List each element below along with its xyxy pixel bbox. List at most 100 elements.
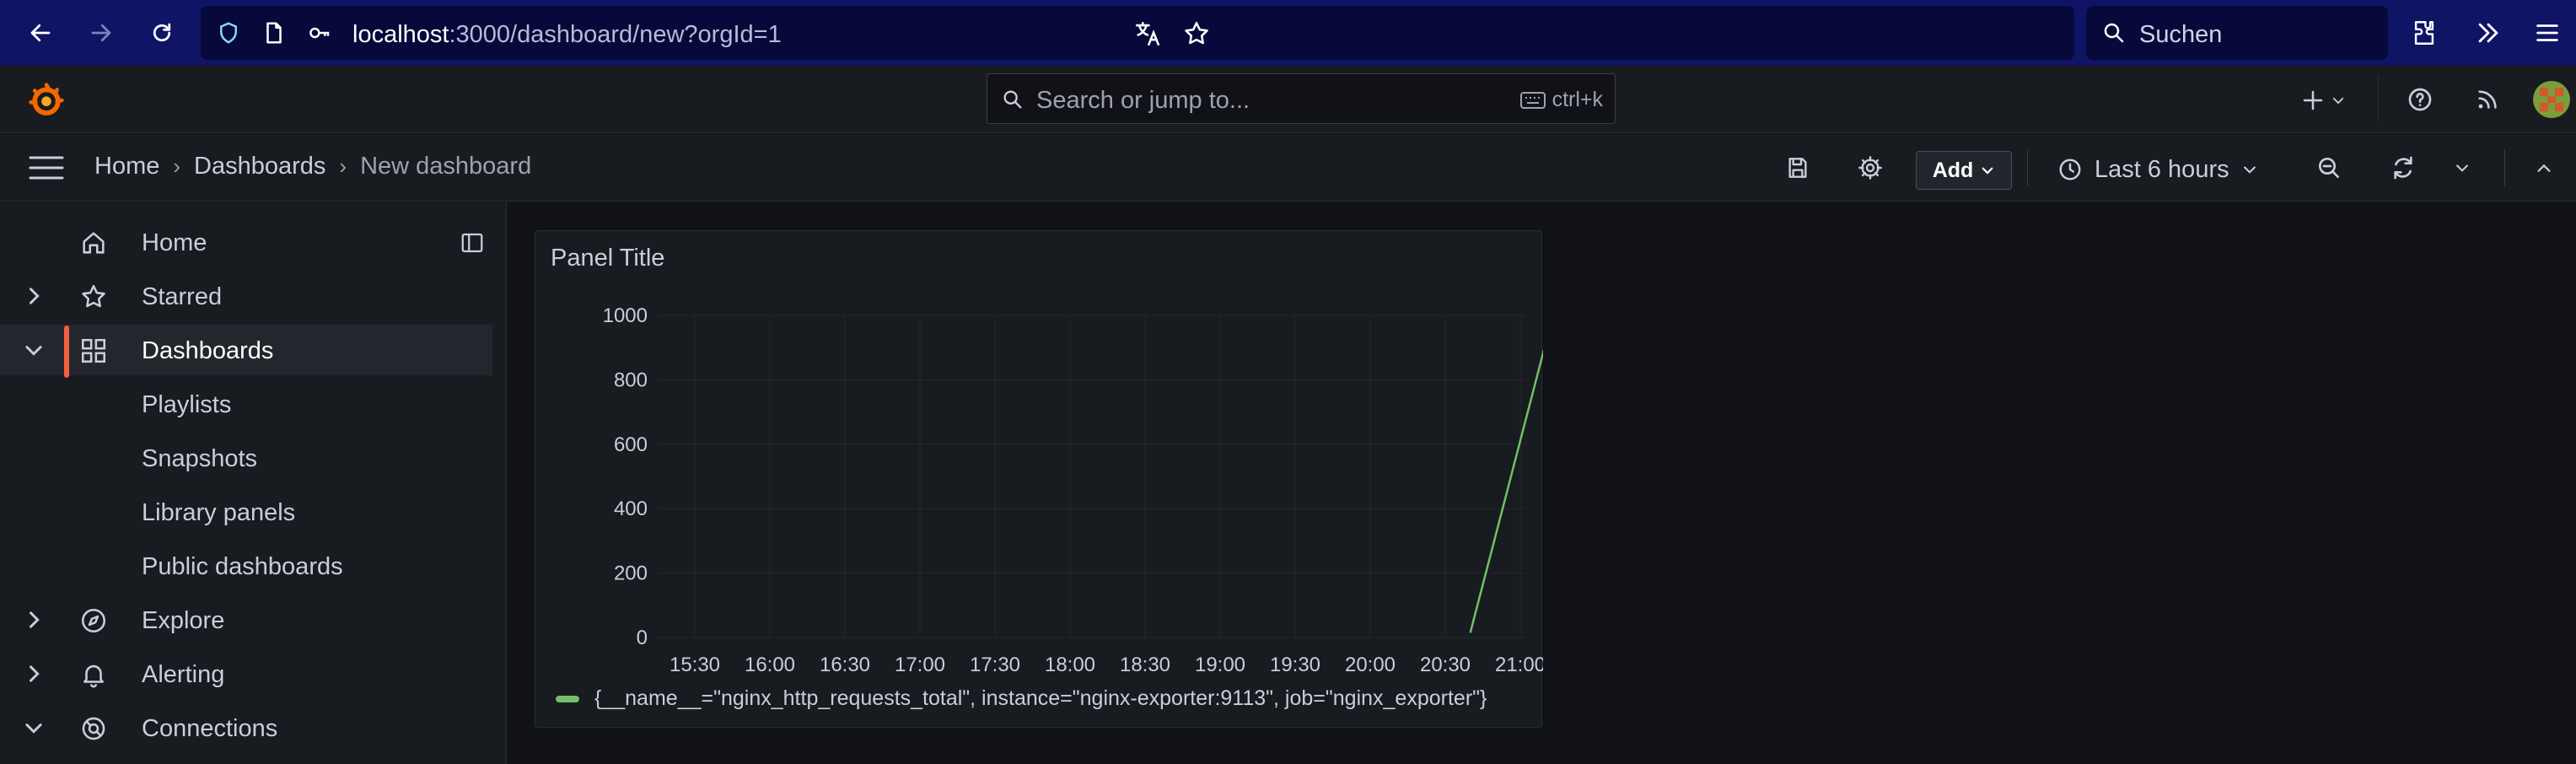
- key-icon[interactable]: [307, 20, 332, 46]
- refresh-icon[interactable]: [2390, 154, 2417, 181]
- x-tick-label: 16:00: [745, 654, 795, 676]
- sidebar-item-connections[interactable]: Connections: [0, 702, 492, 753]
- url-host: localhost: [352, 21, 449, 48]
- breadcrumb-separator: ›: [339, 153, 347, 179]
- new-menu-button[interactable]: [2300, 83, 2354, 116]
- time-range-picker[interactable]: Last 6 hours: [2057, 151, 2258, 188]
- add-button[interactable]: Add: [1916, 151, 2012, 190]
- breadcrumb-dashboards[interactable]: Dashboards: [194, 153, 325, 180]
- x-tick-label: 21:00: [1495, 654, 1543, 676]
- x-tick-label: 18:30: [1120, 654, 1170, 676]
- shield-icon[interactable]: [216, 20, 241, 46]
- y-tick-label: 200: [614, 562, 648, 585]
- back-button[interactable]: [20, 13, 61, 53]
- x-tick-label: 17:30: [970, 654, 1020, 676]
- star-icon: [82, 284, 105, 308]
- breadcrumb-separator: ›: [173, 153, 181, 179]
- sidebar-item-alerting[interactable]: Alerting: [0, 648, 492, 699]
- search-jump-input[interactable]: Search or jump to... ctrl+k: [987, 73, 1616, 124]
- overflow-chevrons-icon[interactable]: [2474, 19, 2503, 47]
- forward-button[interactable]: [81, 13, 121, 53]
- zoom-out-icon[interactable]: [2315, 154, 2342, 181]
- sidebar-item-library-panels[interactable]: Library panels: [0, 487, 492, 537]
- breadcrumb-home[interactable]: Home: [94, 153, 159, 180]
- bell-icon: [83, 664, 104, 688]
- sidebar-item-snapshots[interactable]: Snapshots: [0, 433, 492, 483]
- sidebar-item-label: Public dashboards: [142, 553, 343, 580]
- shortcut-label: ctrl+k: [1552, 88, 1603, 111]
- chevron-down-icon: [2243, 166, 2256, 174]
- browser-toolbar: localhost:3000/dashboard/new?orgId=1 Suc…: [0, 0, 2576, 66]
- add-button-label: Add: [1932, 158, 1974, 182]
- y-tick-label: 0: [637, 627, 648, 649]
- grafana-topbar: Search or jump to... ctrl+k: [0, 66, 2576, 133]
- breadcrumb-current: New dashboard: [360, 153, 532, 180]
- breadcrumb-bar: Home › Dashboards › New dashboard Add La…: [0, 134, 2576, 202]
- x-tick-label: 18:00: [1045, 654, 1095, 676]
- browser-search-box[interactable]: Suchen: [2086, 6, 2388, 60]
- x-tick-label: 20:00: [1345, 654, 1396, 676]
- menu-toggle-icon[interactable]: [29, 154, 64, 181]
- x-tick-label: 19:00: [1195, 654, 1245, 676]
- toolbar-divider: [2504, 149, 2505, 186]
- page-icon[interactable]: [261, 20, 287, 46]
- hamburger-menu-icon[interactable]: [2533, 19, 2562, 47]
- chevron-right-icon[interactable]: [22, 662, 46, 686]
- sidebar-item-starred[interactable]: Starred: [0, 271, 492, 321]
- sidebar-item-public-dashboards[interactable]: Public dashboards: [0, 541, 492, 591]
- search-icon: [2104, 23, 2124, 43]
- x-tick-label: 20:30: [1420, 654, 1471, 676]
- sidebar-item-label: Connections: [142, 715, 278, 742]
- sidebar-item-home[interactable]: Home: [0, 217, 492, 267]
- legend-series-label[interactable]: {__name__="nginx_http_requests_total", i…: [594, 686, 1487, 711]
- y-tick-label: 1000: [603, 304, 648, 327]
- chevron-right-icon[interactable]: [22, 608, 46, 632]
- search-placeholder: Search or jump to...: [1036, 87, 1250, 114]
- save-icon[interactable]: [1784, 154, 1811, 181]
- help-icon[interactable]: [2407, 86, 2433, 113]
- extensions-icon[interactable]: [2410, 19, 2439, 47]
- y-tick-label: 800: [614, 369, 648, 391]
- series-line: [1469, 348, 1543, 633]
- plus-icon: [2303, 90, 2323, 110]
- breadcrumb: Home › Dashboards › New dashboard: [94, 153, 531, 180]
- dashboards-grid-icon: [81, 338, 106, 363]
- time-series-chart[interactable]: 0 200 400 600 800 1000 15:30 16:00 16:30 17:00 17:…: [535, 231, 1543, 678]
- keyboard-icon: [1519, 91, 1546, 109]
- settings-gear-icon[interactable]: [1857, 154, 1884, 181]
- sidebar-item-label: Alerting: [142, 661, 225, 688]
- toolbar-divider: [2027, 149, 2028, 186]
- refresh-interval-chevron-icon[interactable]: [2454, 159, 2471, 176]
- connections-icon: [82, 717, 105, 740]
- address-bar[interactable]: localhost:3000/dashboard/new?orgId=1: [201, 6, 2074, 60]
- y-tick-label: 600: [614, 433, 648, 456]
- x-tick-label: 16:30: [820, 654, 870, 676]
- time-range-label: Last 6 hours: [2095, 155, 2229, 183]
- url-text[interactable]: localhost:3000/dashboard/new?orgId=1: [352, 21, 782, 49]
- sidebar-item-dashboards[interactable]: Dashboards: [0, 325, 492, 375]
- sidebar-item-label: Starred: [142, 283, 223, 310]
- chevron-down-icon[interactable]: [22, 338, 46, 362]
- search-icon: [1003, 90, 1022, 109]
- sidebar-item-label: Dashboards: [142, 337, 274, 364]
- chevron-down-icon[interactable]: [22, 716, 46, 740]
- translate-icon[interactable]: [1133, 19, 1162, 48]
- grafana-logo-icon[interactable]: [27, 81, 66, 120]
- bookmark-star-icon[interactable]: [1182, 19, 1211, 48]
- user-avatar[interactable]: [2533, 81, 2570, 118]
- chevron-down-icon: [2332, 97, 2344, 105]
- clock-icon: [2059, 159, 2081, 180]
- reload-button[interactable]: [142, 13, 182, 53]
- sidebar-item-playlists[interactable]: Playlists: [0, 379, 492, 429]
- collapse-chevron-up-icon[interactable]: [2535, 159, 2553, 178]
- time-series-panel[interactable]: Panel Title 0 200 400 600 800 1000 15:30 16:00 1…: [535, 230, 1543, 728]
- url-path: :3000/dashboard/new?orgId=1: [449, 21, 782, 48]
- sidebar-item-label: Library panels: [142, 499, 296, 526]
- chevron-right-icon[interactable]: [22, 284, 46, 308]
- sidebar-item-label: Playlists: [142, 391, 232, 418]
- chart-legend[interactable]: {__name__="nginx_http_requests_total", i…: [556, 686, 1487, 711]
- sidebar-item-explore[interactable]: Explore: [0, 595, 492, 645]
- legend-color-swatch: [556, 695, 579, 702]
- x-tick-label: 15:30: [670, 654, 720, 676]
- news-feed-icon[interactable]: [2474, 86, 2501, 113]
